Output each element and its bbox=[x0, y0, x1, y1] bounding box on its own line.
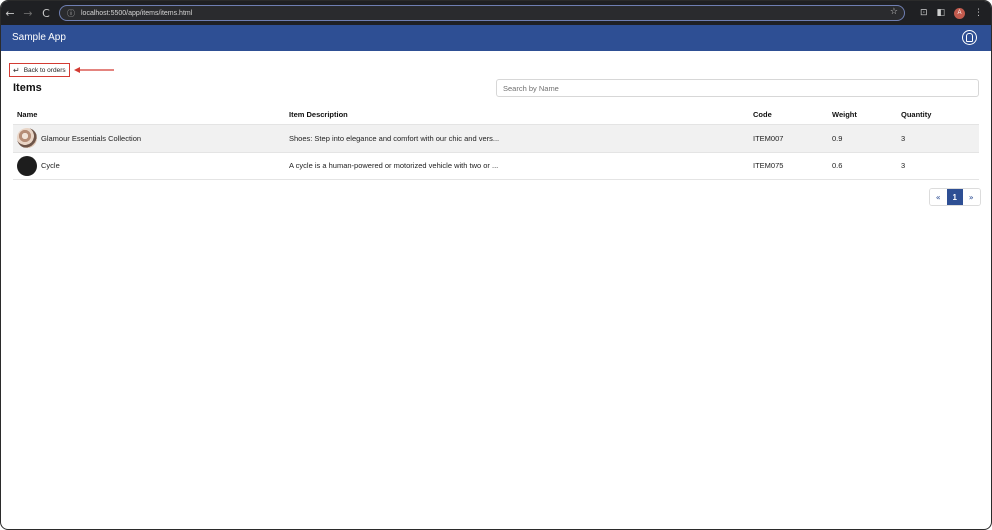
item-name-cell: Glamour Essentials Collection bbox=[13, 128, 289, 149]
pagination-next-button[interactable]: » bbox=[963, 189, 980, 205]
page-title: Items bbox=[13, 82, 42, 94]
item-description: Shoes: Step into elegance and comfort wi… bbox=[289, 133, 500, 143]
forward-arrow-icon[interactable]: → bbox=[19, 1, 37, 25]
side-panel-icon[interactable]: ◧ bbox=[936, 8, 945, 18]
annotation-arrow-icon bbox=[74, 67, 114, 73]
back-to-orders-label: Back to orders bbox=[23, 66, 66, 74]
address-bar[interactable]: ⓘ localhost:5500/app/items/items.html ☆ bbox=[59, 5, 905, 21]
column-header-code[interactable]: Code bbox=[753, 110, 832, 119]
user-silhouette-icon bbox=[966, 33, 973, 42]
back-to-orders-link[interactable]: ↵ Back to orders bbox=[9, 63, 70, 77]
item-description: A cycle is a human-powered or motorized … bbox=[289, 161, 499, 171]
app-header: Sample App bbox=[1, 25, 991, 51]
item-quantity: 3 bbox=[901, 161, 906, 171]
extensions-icon[interactable]: ⊡ bbox=[920, 8, 928, 18]
reload-icon[interactable]: C bbox=[37, 1, 55, 25]
pagination: « 1 » bbox=[929, 188, 981, 206]
browser-actions: ⊡ ◧ A ⋮ bbox=[920, 1, 983, 25]
app-brand[interactable]: Sample App bbox=[12, 32, 66, 43]
column-header-name[interactable]: Name bbox=[13, 110, 289, 119]
column-header-weight[interactable]: Weight bbox=[832, 110, 901, 119]
address-url[interactable]: localhost:5500/app/items/items.html bbox=[81, 10, 192, 17]
item-name-cell: Cycle bbox=[13, 155, 289, 176]
screen-frame: ← → C ⓘ localhost:5500/app/items/items.h… bbox=[0, 0, 992, 530]
table-row[interactable]: Cycle A cycle is a human-powered or moto… bbox=[13, 153, 979, 180]
table-row[interactable]: Glamour Essentials Collection Shoes: Ste… bbox=[13, 125, 979, 153]
pagination-prev-button[interactable]: « bbox=[930, 189, 947, 205]
item-thumbnail bbox=[17, 128, 37, 149]
back-arrow-icon[interactable]: ← bbox=[1, 1, 19, 25]
item-weight: 0.9 bbox=[832, 133, 843, 143]
item-code: ITEM007 bbox=[753, 133, 784, 143]
profile-avatar[interactable]: A bbox=[954, 7, 965, 19]
column-header-description[interactable]: Item Description bbox=[289, 110, 753, 119]
items-table: Name Item Description Code Weight Quanti… bbox=[13, 105, 979, 180]
item-code: ITEM075 bbox=[753, 161, 784, 171]
item-name[interactable]: Glamour Essentials Collection bbox=[41, 134, 141, 143]
browser-toolbar: ← → C ⓘ localhost:5500/app/items/items.h… bbox=[1, 1, 991, 25]
return-arrow-icon: ↵ bbox=[13, 65, 20, 75]
column-header-quantity[interactable]: Quantity bbox=[901, 110, 979, 119]
item-quantity: 3 bbox=[901, 133, 906, 143]
item-weight: 0.6 bbox=[832, 161, 843, 171]
table-header: Name Item Description Code Weight Quanti… bbox=[13, 105, 979, 125]
site-info-icon[interactable]: ⓘ bbox=[64, 6, 78, 20]
pagination-page-1[interactable]: 1 bbox=[946, 189, 963, 205]
bookmark-star-icon[interactable]: ☆ bbox=[890, 7, 898, 17]
item-name[interactable]: Cycle bbox=[41, 161, 60, 170]
item-thumbnail bbox=[17, 155, 37, 176]
browser-menu-icon[interactable]: ⋮ bbox=[974, 8, 983, 18]
search-input[interactable] bbox=[496, 79, 979, 97]
user-account-icon[interactable] bbox=[962, 30, 977, 45]
